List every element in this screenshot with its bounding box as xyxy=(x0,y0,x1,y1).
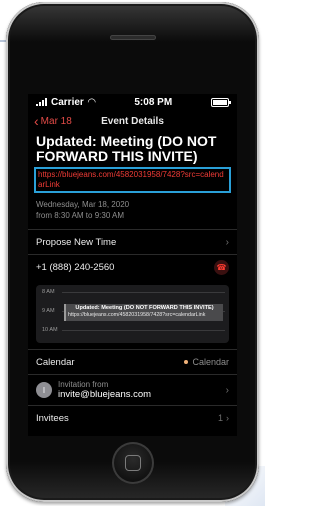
battery-icon xyxy=(211,97,231,107)
hour-label: 8 AM xyxy=(42,289,55,295)
propose-label: Propose New Time xyxy=(36,236,117,248)
preview-event-link: https://bluejeans.com/4582031958/7428?sr… xyxy=(68,312,206,318)
hour-divider xyxy=(62,292,225,293)
calendar-color-dot xyxy=(184,360,189,364)
phone-number: +1 (888) 240-2560 xyxy=(36,261,115,273)
calendar-value: Calendar xyxy=(192,357,229,367)
calendar-label: Calendar xyxy=(36,356,75,368)
chevron-right-icon: › xyxy=(225,384,229,396)
meeting-link[interactable]: https://bluejeans.com/4582031958/7428?sr… xyxy=(34,167,231,193)
navigation-bar: ‹ Mar 18 Event Details xyxy=(28,110,237,132)
chevron-right-icon: › xyxy=(225,236,229,248)
home-square-icon xyxy=(125,455,141,471)
propose-new-time-row[interactable]: Propose New Time › xyxy=(28,229,237,254)
hour-label: 9 AM xyxy=(42,308,55,314)
phone-frame: Carrier ◠ 5:08 PM ‹ Mar 18 Event Details… xyxy=(6,2,259,502)
hour-label: 10 AM xyxy=(42,327,58,333)
hour-divider xyxy=(62,330,225,331)
status-time: 5:08 PM xyxy=(134,96,173,108)
invitation-email: invite@bluejeans.com xyxy=(58,389,152,400)
invitees-count: 1 xyxy=(217,413,223,423)
carrier-label: Carrier xyxy=(51,96,84,108)
home-button[interactable] xyxy=(112,442,154,484)
day-preview: 8 AM 9 AM 10 AM Updated: Meeting (DO NOT… xyxy=(36,285,229,343)
signal-icon xyxy=(36,98,47,106)
invitees-row[interactable]: Invitees 1 › xyxy=(28,405,237,430)
invitation-row[interactable]: I Invitation from invite@bluejeans.com › xyxy=(28,374,237,405)
event-header: Updated: Meeting (DO NOT FORWARD THIS IN… xyxy=(28,134,237,221)
event-time: from 8:30 AM to 9:30 AM xyxy=(36,211,125,220)
preview-event-block[interactable]: Updated: Meeting (DO NOT FORWARD THIS IN… xyxy=(64,304,223,321)
avatar: I xyxy=(36,382,52,398)
invitees-label: Invitees xyxy=(36,412,69,424)
phone-number-row[interactable]: +1 (888) 240-2560 ☎ xyxy=(28,254,237,279)
chevron-right-icon: › xyxy=(226,413,229,423)
preview-event-title: Updated: Meeting (DO NOT FORWARD THIS IN… xyxy=(75,305,214,311)
call-icon[interactable]: ☎ xyxy=(214,259,229,275)
speaker-grille xyxy=(110,35,156,40)
status-bar: Carrier ◠ 5:08 PM xyxy=(28,94,237,110)
wifi-icon: ◠ xyxy=(87,96,96,108)
chevron-left-icon: ‹ xyxy=(34,113,39,129)
phone-screen: Carrier ◠ 5:08 PM ‹ Mar 18 Event Details… xyxy=(28,94,237,436)
event-date: Wednesday, Mar 18, 2020 xyxy=(36,200,130,209)
calendar-row[interactable]: Calendar Calendar xyxy=(28,349,237,374)
event-title: Updated: Meeting (DO NOT FORWARD THIS IN… xyxy=(36,133,217,164)
back-button[interactable]: ‹ Mar 18 xyxy=(28,114,72,128)
back-label: Mar 18 xyxy=(40,115,72,127)
